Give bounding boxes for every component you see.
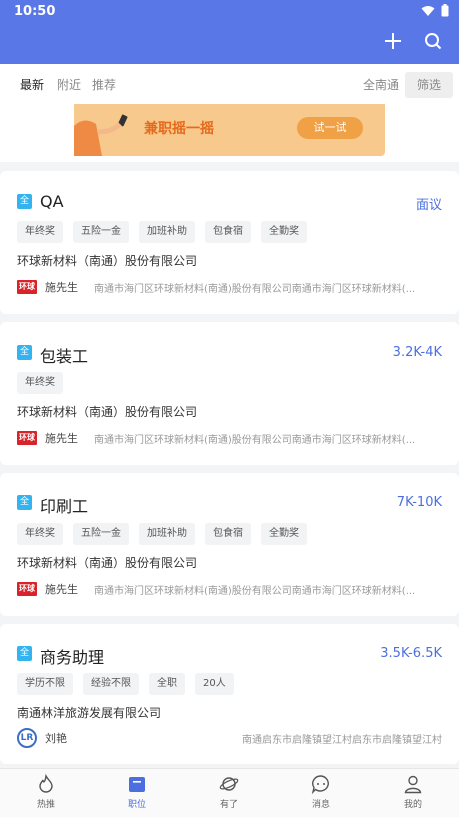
job-salary: 3.5K-6.5K	[380, 646, 442, 661]
contact-name: 施先生	[45, 281, 78, 294]
company-logo: 环球	[17, 280, 37, 294]
app-bar	[0, 24, 459, 64]
contact-name: 施先生	[45, 432, 78, 445]
contact-row: 环球 施先生 南通市海门区环球新材料(南通)股份有限公司南通市海门区环球新材料(…	[17, 580, 442, 598]
status-bar: 10:50	[0, 0, 459, 24]
tab-latest[interactable]: 最新	[20, 76, 44, 93]
job-title: 印刷工	[40, 497, 89, 516]
planet-icon	[218, 773, 240, 795]
job-tag: 学历不限	[17, 673, 73, 695]
contact-row: 环球 施先生 南通市海门区环球新材料(南通)股份有限公司南通市海门区环球新材料(…	[17, 429, 442, 447]
job-tag: 五险一金	[73, 221, 129, 243]
tab-nearby[interactable]: 附近	[57, 76, 81, 93]
contact-name: 施先生	[45, 583, 78, 596]
nav-item-hot[interactable]: 热推	[16, 773, 76, 817]
search-button[interactable]	[420, 30, 446, 56]
promo-banner[interactable]: 兼职摇一摇 试一试	[74, 104, 385, 156]
contact-name: 刘艳	[45, 732, 67, 745]
nav-item-planet[interactable]: 有了	[199, 773, 259, 817]
filter-bar: 最新 附近 推荐 全南通 筛选	[0, 64, 459, 104]
nav-item-messages[interactable]: 消息	[291, 773, 351, 817]
nav-item-jobs[interactable]: 职位	[107, 773, 167, 817]
job-tag: 加班补助	[139, 221, 195, 243]
add-button[interactable]	[380, 30, 406, 56]
company-name: 环球新材料（南通）股份有限公司	[17, 556, 198, 570]
city-selector[interactable]: 全南通	[363, 76, 399, 93]
person-illustration-icon	[74, 104, 134, 160]
job-tags: 年终奖	[17, 372, 63, 394]
banner-area: 兼职摇一摇 试一试	[0, 104, 459, 162]
company-logo: LR	[17, 728, 37, 748]
contact-row: LR 刘艳 南通启东市启隆镇望江村启东市启隆镇望江村	[17, 728, 442, 748]
company-name: 环球新材料（南通）股份有限公司	[17, 254, 198, 268]
job-title: 商务助理	[40, 648, 105, 667]
job-tag: 年终奖	[17, 523, 63, 545]
job-address: 南通启东市启隆镇望江村启东市启隆镇望江村	[242, 734, 442, 746]
fulltime-badge: 全	[17, 495, 32, 510]
banner-try-button[interactable]: 试一试	[297, 117, 363, 139]
company-logo: 环球	[17, 582, 37, 596]
job-title: QA	[40, 192, 64, 211]
company-name: 南通林洋旅游发展有限公司	[17, 706, 162, 720]
filter-button[interactable]: 筛选	[405, 72, 453, 98]
briefcase-icon	[126, 773, 148, 795]
wifi-icon	[421, 5, 435, 21]
job-tag: 20人	[195, 673, 234, 695]
job-address: 南通市海门区环球新材料(南通)股份有限公司南通市海门区环球新材料(...	[94, 283, 416, 295]
job-tag: 加班补助	[139, 523, 195, 545]
job-title: 包装工	[40, 347, 89, 366]
nav-label: 职位	[127, 800, 146, 810]
job-tags: 年终奖 五险一金 加班补助 包食宿 全勤奖	[17, 523, 307, 545]
search-icon	[424, 32, 442, 54]
fire-icon	[35, 773, 57, 795]
add-icon	[384, 32, 402, 54]
job-tags: 年终奖 五险一金 加班补助 包食宿 全勤奖	[17, 221, 307, 243]
fulltime-badge: 全	[17, 345, 32, 360]
job-address: 南通市海门区环球新材料(南通)股份有限公司南通市海门区环球新材料(...	[94, 585, 416, 597]
job-salary: 面议	[415, 198, 442, 213]
job-card[interactable]: 全 QA 面议 年终奖 五险一金 加班补助 包食宿 全勤奖 环球新材料（南通）股…	[0, 171, 459, 314]
job-tag: 全勤奖	[261, 523, 307, 545]
fulltime-badge: 全	[17, 194, 32, 209]
job-tag: 五险一金	[73, 523, 129, 545]
user-icon	[402, 773, 424, 795]
chat-icon	[310, 773, 332, 795]
company-name: 环球新材料（南通）股份有限公司	[17, 405, 198, 419]
job-card[interactable]: 全 商务助理 3.5K-6.5K 学历不限 经验不限 全职 20人 南通林洋旅游…	[0, 624, 459, 764]
nav-label: 有了	[219, 800, 238, 810]
job-tag: 经验不限	[83, 673, 139, 695]
nav-item-profile[interactable]: 我的	[383, 773, 443, 817]
contact-row: 环球 施先生 南通市海门区环球新材料(南通)股份有限公司南通市海门区环球新材料(…	[17, 278, 442, 296]
job-tag: 包食宿	[205, 523, 251, 545]
job-card[interactable]: 全 包装工 3.2K-4K 年终奖 环球新材料（南通）股份有限公司 环球 施先生…	[0, 322, 459, 465]
job-tag: 全职	[149, 673, 185, 695]
nav-label: 消息	[311, 800, 330, 810]
bottom-nav: 热推 职位 有了 消息 我的	[0, 768, 459, 817]
job-salary: 3.2K-4K	[392, 345, 442, 360]
job-address: 南通市海门区环球新材料(南通)股份有限公司南通市海门区环球新材料(...	[94, 434, 416, 446]
status-time: 10:50	[14, 4, 56, 19]
tab-recommend[interactable]: 推荐	[92, 76, 116, 93]
job-tag: 全勤奖	[261, 221, 307, 243]
nav-label: 我的	[403, 800, 422, 810]
fulltime-badge: 全	[17, 646, 32, 661]
job-card[interactable]: 全 印刷工 7K-10K 年终奖 五险一金 加班补助 包食宿 全勤奖 环球新材料…	[0, 473, 459, 616]
company-logo: 环球	[17, 431, 37, 445]
battery-icon	[441, 4, 449, 21]
nav-label: 热推	[36, 800, 55, 810]
job-tag: 年终奖	[17, 372, 63, 394]
job-tag: 年终奖	[17, 221, 63, 243]
job-salary: 7K-10K	[396, 495, 442, 510]
job-tags: 学历不限 经验不限 全职 20人	[17, 673, 234, 695]
banner-text: 兼职摇一摇	[144, 121, 214, 137]
job-tag: 包食宿	[205, 221, 251, 243]
